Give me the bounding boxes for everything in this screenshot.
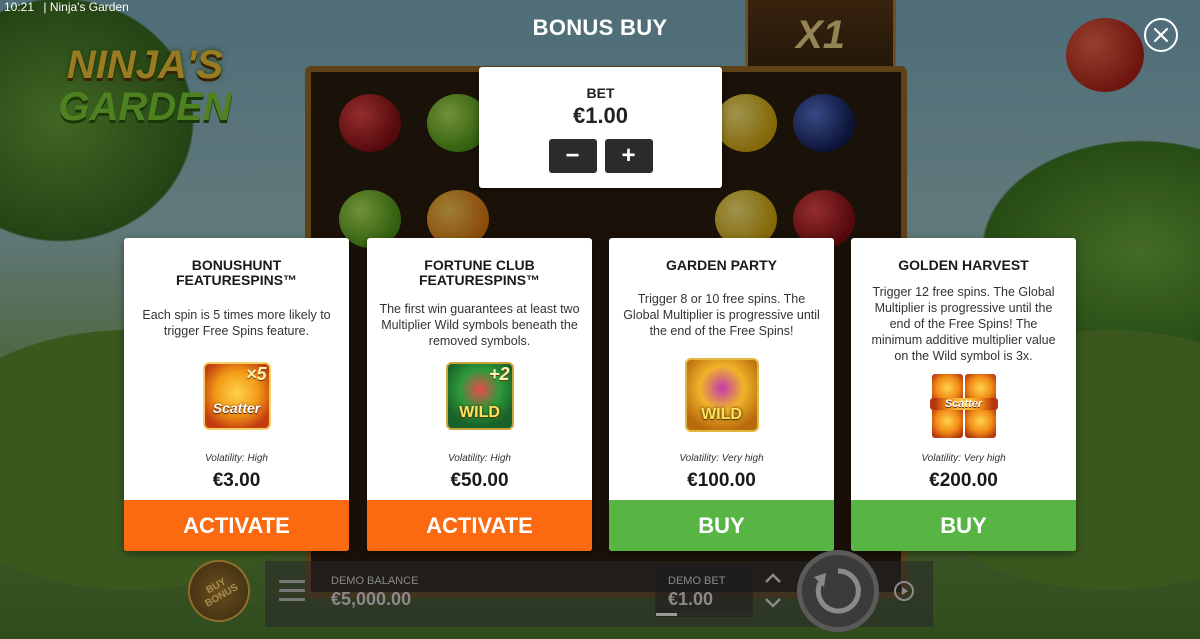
card-description: The first win guarantees at least two Mu… bbox=[379, 302, 580, 348]
menu-icon[interactable] bbox=[279, 580, 305, 602]
chevron-down-icon[interactable] bbox=[764, 597, 782, 609]
bet-increase-button[interactable]: + bbox=[604, 139, 653, 173]
activate-button[interactable]: ACTIVATE bbox=[124, 500, 349, 551]
buy-button[interactable]: BUY bbox=[851, 500, 1076, 551]
bet-level-bar bbox=[656, 613, 752, 616]
close-button[interactable] bbox=[1144, 18, 1178, 52]
card-price: €3.00 bbox=[212, 470, 261, 491]
icon-label: WILD bbox=[701, 406, 742, 423]
demo-bet-value: €1.00 bbox=[668, 589, 714, 609]
quad-scatter-icon: Scatter bbox=[929, 372, 998, 440]
card-title: FORTUNE CLUB FEATURESPINS™ bbox=[418, 257, 541, 288]
card-volatility: Volatility: Very high bbox=[921, 453, 1006, 464]
card-title: BONUSHUNT FEATURESPINS™ bbox=[175, 257, 298, 288]
bet-value: €1.00 bbox=[572, 103, 629, 128]
spin-arrow-icon bbox=[814, 568, 861, 614]
icon-label: Scatter bbox=[212, 400, 261, 416]
scatter-tile bbox=[931, 407, 963, 438]
clock: 10:21 bbox=[4, 0, 35, 14]
wild-fruit-bowl-icon: WILD bbox=[684, 358, 759, 432]
chevron-up-icon[interactable] bbox=[764, 572, 782, 584]
icon-multiplier: ×5 bbox=[245, 364, 267, 384]
card-price: €200.00 bbox=[929, 470, 998, 491]
activate-button[interactable]: ACTIVATE bbox=[367, 500, 592, 551]
bonus-card-garden-party: GARDEN PARTY Trigger 8 or 10 free spins.… bbox=[609, 238, 834, 551]
modal-title: BONUS BUY bbox=[532, 15, 668, 40]
wild-x2-icon: +2 WILD bbox=[445, 362, 514, 430]
card-volatility: Volatility: Very high bbox=[679, 453, 764, 464]
icon-label: Scatter bbox=[929, 398, 998, 410]
scatter-x5-icon: ×5 Scatter bbox=[202, 362, 271, 430]
demo-bet-label: DEMO BET bbox=[668, 575, 726, 587]
status-bar: 10:21 | Ninja's Garden bbox=[0, 0, 135, 16]
bonus-card-golden-harvest: GOLDEN HARVEST Trigger 12 free spins. Th… bbox=[851, 238, 1076, 551]
card-title: GARDEN PARTY bbox=[666, 257, 777, 273]
card-price: €50.00 bbox=[450, 470, 509, 491]
card-description: Trigger 12 free spins. The Global Multip… bbox=[871, 285, 1056, 363]
card-title: GOLDEN HARVEST bbox=[898, 257, 1029, 273]
bonus-card-bonushunt: BONUSHUNT FEATURESPINS™ Each spin is 5 t… bbox=[124, 238, 349, 551]
bet-decrease-button[interactable]: − bbox=[548, 139, 597, 173]
spin-button[interactable] bbox=[797, 550, 879, 632]
buy-button[interactable]: BUY bbox=[609, 500, 834, 551]
bet-panel: BET €1.00 − + bbox=[479, 67, 722, 188]
card-description: Trigger 8 or 10 free spins. The Global M… bbox=[623, 292, 820, 338]
icon-label: WILD bbox=[459, 404, 500, 421]
card-volatility: Volatility: High bbox=[448, 453, 511, 464]
close-icon bbox=[1153, 27, 1169, 43]
card-price: €100.00 bbox=[687, 470, 756, 491]
bonus-card-fortune-club: FORTUNE CLUB FEATURESPINS™ The first win… bbox=[367, 238, 592, 551]
demo-balance-value: €5,000.00 bbox=[331, 589, 412, 609]
scatter-tile bbox=[964, 407, 996, 438]
icon-multiplier: +2 bbox=[488, 364, 510, 384]
card-description: Each spin is 5 times more likely to trig… bbox=[142, 308, 331, 338]
card-volatility: Volatility: High bbox=[205, 453, 268, 464]
demo-balance-label: DEMO BALANCE bbox=[331, 575, 419, 587]
bet-label: BET bbox=[586, 85, 615, 101]
app-title: | Ninja's Garden bbox=[43, 0, 129, 14]
autoplay-icon[interactable] bbox=[892, 579, 916, 603]
